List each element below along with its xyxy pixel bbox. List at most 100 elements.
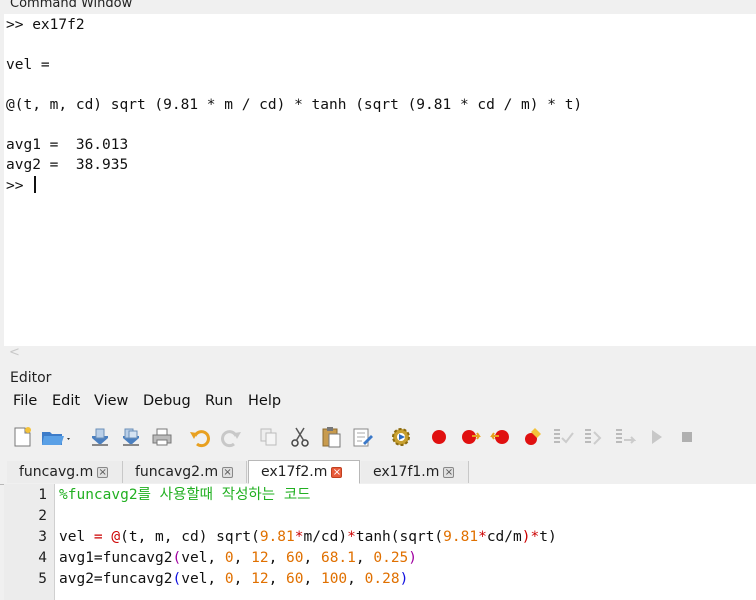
code-token: = @: [93, 529, 121, 545]
code-token: vel: [59, 529, 94, 545]
code-token: 12: [251, 550, 269, 566]
editor-toolbar: [0, 420, 756, 454]
step-out-icon[interactable]: [613, 425, 637, 449]
code-token: ): [547, 529, 557, 545]
code-token: ,: [268, 550, 287, 566]
remove-all-breakpoints-icon[interactable]: [520, 425, 544, 449]
code-token: m/cd: [303, 529, 339, 545]
stop-icon[interactable]: [675, 425, 699, 449]
redo-icon[interactable]: [219, 425, 243, 449]
editor-title: Editor: [10, 370, 52, 386]
code-token: vel,: [181, 571, 225, 587]
code-line-5: avg2=funcavg2(vel, 0, 12, 60, 100, 0.28): [59, 570, 408, 588]
line-number: 5: [38, 571, 47, 587]
undo-icon[interactable]: [188, 425, 212, 449]
code-token: t: [539, 529, 548, 545]
line-number: 3: [38, 529, 47, 545]
step-in-icon[interactable]: [582, 425, 606, 449]
close-tab-icon[interactable]: ×: [222, 466, 234, 478]
command-line: avg2 = 38.935: [6, 157, 129, 173]
close-tab-icon[interactable]: ×: [443, 466, 455, 478]
line-number-gutter: 1 2 3 4 5: [4, 484, 55, 600]
text-cursor: [34, 176, 36, 193]
code-token: ,: [233, 571, 252, 587]
open-folder-icon[interactable]: [40, 425, 72, 449]
code-token: 60: [286, 550, 304, 566]
code-token: (: [172, 571, 182, 587]
code-token: ): [408, 550, 418, 566]
code-token: *: [347, 529, 356, 545]
command-window-title-bar: Command Window: [0, 0, 756, 14]
code-token: ): [399, 571, 409, 587]
copy-icon[interactable]: [257, 425, 281, 449]
command-line: >> ex17f2: [6, 17, 85, 33]
code-token: vel,: [181, 550, 225, 566]
code-token: ,: [303, 550, 321, 566]
tab-label: funcavg2.m: [135, 464, 219, 480]
code-token: ,: [347, 571, 365, 587]
menu-run[interactable]: Run: [205, 393, 233, 409]
line-number: 1: [38, 487, 47, 503]
continue-icon[interactable]: [644, 425, 668, 449]
code-token: 68.1: [320, 550, 356, 566]
command-line: @(t, m, cd) sqrt (9.81 * m / cd) * tanh …: [6, 97, 583, 113]
command-prompt: >>: [6, 178, 33, 194]
cut-icon[interactable]: [288, 425, 312, 449]
code-token: 0.28: [364, 571, 400, 587]
panel-splitter[interactable]: <: [0, 345, 756, 368]
menu-file[interactable]: File: [13, 393, 37, 409]
command-line: vel =: [6, 57, 50, 73]
code-token: ,: [233, 550, 252, 566]
code-token: avg2=funcavg2: [59, 571, 173, 587]
previous-breakpoint-icon[interactable]: [489, 425, 513, 449]
paste-icon[interactable]: [319, 425, 343, 449]
line-number: 4: [38, 550, 47, 566]
command-window-title: Command Window: [10, 0, 133, 11]
code-line-1: %funcavg2를 사용할때 작성하는 코드: [59, 487, 311, 503]
menu-edit[interactable]: Edit: [52, 393, 80, 409]
code-token: ): [338, 529, 348, 545]
tab-label: funcavg.m: [19, 464, 94, 480]
code-token: tanh(sqrt(: [355, 529, 444, 545]
editor-menu-bar: File Edit View Debug Run Help: [0, 391, 756, 413]
new-file-icon[interactable]: [10, 425, 34, 449]
find-replace-icon[interactable]: [350, 425, 374, 449]
code-token: 12: [251, 571, 269, 587]
close-tab-icon[interactable]: ×: [97, 466, 109, 478]
toggle-breakpoint-icon[interactable]: [427, 425, 451, 449]
code-token: 0: [224, 571, 234, 587]
code-token: ,: [268, 571, 287, 587]
step-over-icon[interactable]: [551, 425, 575, 449]
command-line: avg1 = 36.013: [6, 137, 129, 153]
print-icon[interactable]: [150, 425, 174, 449]
command-window-output[interactable]: >> ex17f2 vel = @(t, m, cd) sqrt (9.81 *…: [4, 14, 756, 346]
run-settings-icon[interactable]: [389, 425, 413, 449]
code-token: 0: [224, 550, 234, 566]
scroll-left-icon[interactable]: <: [9, 345, 20, 360]
tab-funcavg2[interactable]: funcavg2.m ×: [123, 461, 247, 483]
tab-ex17f1[interactable]: ex17f1.m ×: [361, 461, 469, 483]
next-breakpoint-icon[interactable]: [458, 425, 482, 449]
save-icon[interactable]: [88, 425, 112, 449]
menu-help[interactable]: Help: [248, 393, 281, 409]
code-token: (t, m, cd) sqrt(: [120, 529, 260, 545]
code-token: 9.81: [259, 529, 295, 545]
code-token: 60: [286, 571, 304, 587]
menu-debug[interactable]: Debug: [143, 393, 191, 409]
code-line-3: vel = @(t, m, cd) sqrt(9.81*m/cd)*tanh(s…: [59, 528, 557, 546]
close-tab-icon[interactable]: ×: [331, 466, 343, 478]
code-token: )*: [521, 529, 540, 545]
code-line-4: avg1=funcavg2(vel, 0, 12, 60, 68.1, 0.25…: [59, 549, 417, 567]
tab-funcavg[interactable]: funcavg.m ×: [7, 461, 123, 483]
menu-view[interactable]: View: [94, 393, 128, 409]
code-token: ,: [303, 571, 321, 587]
code-editor[interactable]: 1 2 3 4 5 %funcavg2를 사용할때 작성하는 코드 vel = …: [4, 484, 756, 600]
code-token: cd/m: [486, 529, 522, 545]
tab-ex17f2[interactable]: ex17f2.m ×: [248, 460, 360, 484]
save-all-icon[interactable]: [119, 425, 143, 449]
code-token: *: [478, 529, 487, 545]
code-token: 0.25: [373, 550, 409, 566]
code-token: avg1=funcavg2: [59, 550, 173, 566]
tab-label: ex17f1.m: [373, 464, 440, 480]
command-prompt-line[interactable]: >>: [6, 176, 36, 195]
